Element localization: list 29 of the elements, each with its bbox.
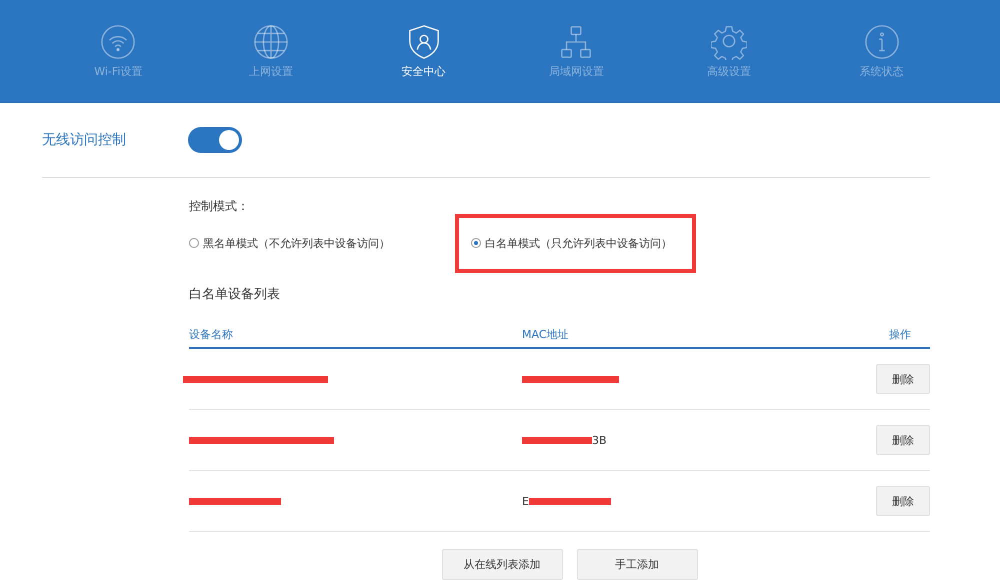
nav-label: Wi-Fi设置 <box>94 64 142 79</box>
nav-label: 高级设置 <box>707 64 752 79</box>
nav-label: 安全中心 <box>402 64 446 79</box>
nav-label: 系统状态 <box>860 64 904 79</box>
column-header: 操作 <box>889 326 911 342</box>
section-title: 无线访问控制 <box>42 131 127 149</box>
radio-option[interactable]: 白名单模式（只允许列表中设备访问） <box>471 236 672 250</box>
column-header: 设备名称 <box>189 326 233 342</box>
table-cell: E <box>522 494 529 508</box>
radio-option[interactable]: 黑名单模式（不允许列表中设备访问） <box>189 236 390 250</box>
toggle-switch[interactable] <box>188 127 242 153</box>
add-button[interactable]: 从在线列表添加 <box>442 549 562 580</box>
nav-label: 局域网设置 <box>548 64 604 79</box>
info-icon <box>864 24 900 60</box>
radio-button[interactable] <box>189 238 199 248</box>
delete-button[interactable]: 删除 <box>876 486 930 516</box>
nav-tab[interactable]: 安全中心 <box>347 0 500 103</box>
wifi-icon <box>100 24 136 60</box>
table-cell: 3B <box>592 434 607 446</box>
mode-label: 控制模式： <box>189 198 249 215</box>
globe-icon <box>253 24 289 60</box>
delete-button[interactable]: 删除 <box>876 364 930 394</box>
radio-button[interactable] <box>471 238 481 248</box>
column-header: MAC地址 <box>522 326 569 342</box>
add-button[interactable]: 手工添加 <box>576 549 698 580</box>
delete-button[interactable]: 删除 <box>876 425 930 455</box>
nav-label: 上网设置 <box>249 64 293 79</box>
list-title: 白名单设备列表 <box>189 286 280 303</box>
gear-icon <box>711 24 748 60</box>
